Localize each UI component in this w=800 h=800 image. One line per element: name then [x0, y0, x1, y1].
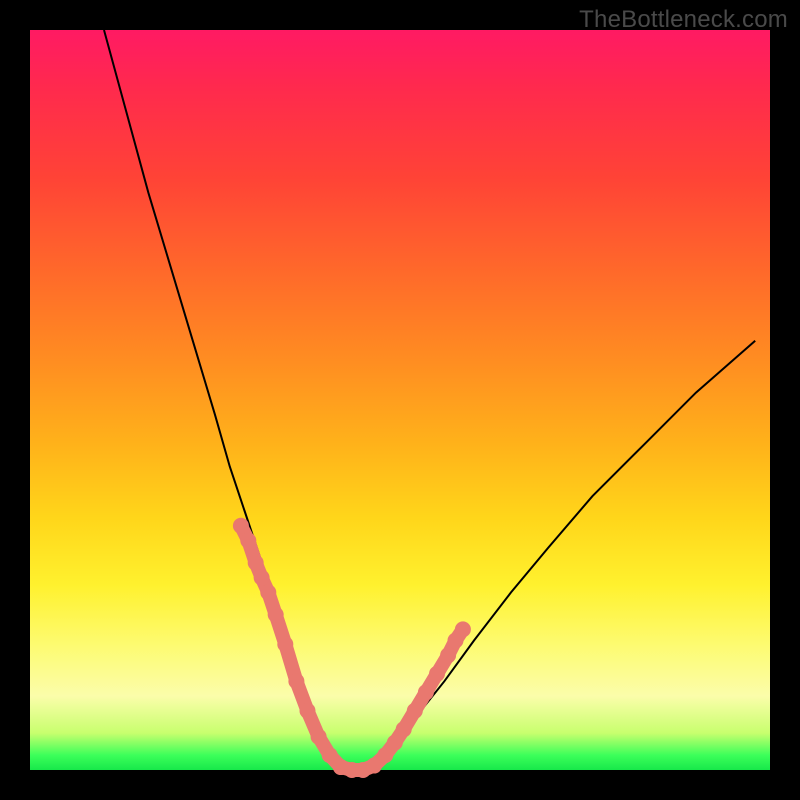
marker-dot: [311, 729, 327, 745]
marker-dot: [277, 636, 293, 652]
marker-dot: [387, 735, 403, 751]
bottleneck-curve: [104, 30, 755, 770]
marker-dot: [248, 555, 264, 571]
chart-frame: TheBottleneck.com: [0, 0, 800, 800]
marker-dot: [377, 747, 393, 763]
marker-dot: [254, 570, 270, 586]
marker-dot: [418, 684, 434, 700]
marker-dot: [407, 703, 423, 719]
plot-svg: [30, 30, 770, 770]
marker-dot: [268, 607, 284, 623]
marker-dot: [288, 673, 304, 689]
marker-dot: [260, 584, 276, 600]
marker-layer: [233, 518, 471, 778]
marker-dot: [322, 747, 338, 763]
marker-dot: [233, 518, 249, 534]
marker-dot: [429, 666, 445, 682]
marker-dot: [240, 533, 256, 549]
marker-dot: [396, 721, 412, 737]
plot-area: [30, 30, 770, 770]
marker-dot: [440, 647, 456, 663]
marker-dot: [455, 621, 471, 637]
marker-dot: [300, 703, 316, 719]
